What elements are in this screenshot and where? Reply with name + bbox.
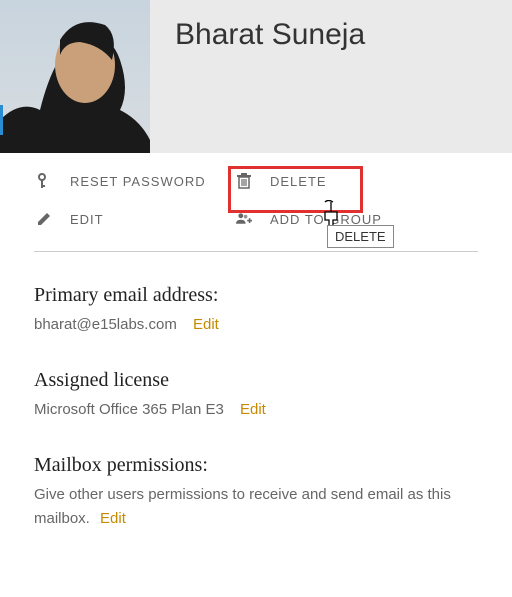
person-add-icon [234, 211, 254, 227]
action-label: EDIT [70, 212, 104, 227]
primary-email-section: Primary email address: bharat@e15labs.co… [0, 284, 512, 337]
license-value: Microsoft Office 365 Plan E3 [34, 401, 224, 418]
section-title: Assigned license [34, 369, 478, 392]
action-label: ADD TO GROUP [270, 212, 382, 227]
assigned-license-section: Assigned license Microsoft Office 365 Pl… [0, 369, 512, 422]
reset-password-button[interactable]: RESET PASSWORD [34, 173, 234, 189]
edit-mailbox-link[interactable]: Edit [100, 510, 126, 527]
action-bar: RESET PASSWORD DELETE EDIT ADD TO GROUP [0, 153, 512, 237]
edit-button[interactable]: EDIT [34, 211, 234, 227]
email-value: bharat@e15labs.com [34, 316, 177, 333]
add-to-group-button[interactable]: ADD TO GROUP [234, 211, 434, 227]
section-title: Primary email address: [34, 284, 478, 307]
action-label: RESET PASSWORD [70, 174, 206, 189]
section-title: Mailbox permissions: [34, 454, 478, 477]
trash-icon [234, 173, 254, 189]
mailbox-description: Give other users permissions to receive … [34, 486, 451, 527]
user-display-name: Bharat Suneja [175, 18, 365, 52]
key-icon [34, 173, 54, 189]
avatar [0, 0, 150, 153]
selection-indicator [0, 105, 3, 135]
action-label: DELETE [270, 174, 327, 189]
edit-email-link[interactable]: Edit [193, 316, 219, 333]
delete-button[interactable]: DELETE [234, 173, 434, 189]
divider [34, 251, 478, 252]
mailbox-permissions-section: Mailbox permissions: Give other users pe… [0, 454, 512, 531]
edit-license-link[interactable]: Edit [240, 401, 266, 418]
user-header: Bharat Suneja [0, 0, 512, 153]
pencil-icon [34, 211, 54, 227]
